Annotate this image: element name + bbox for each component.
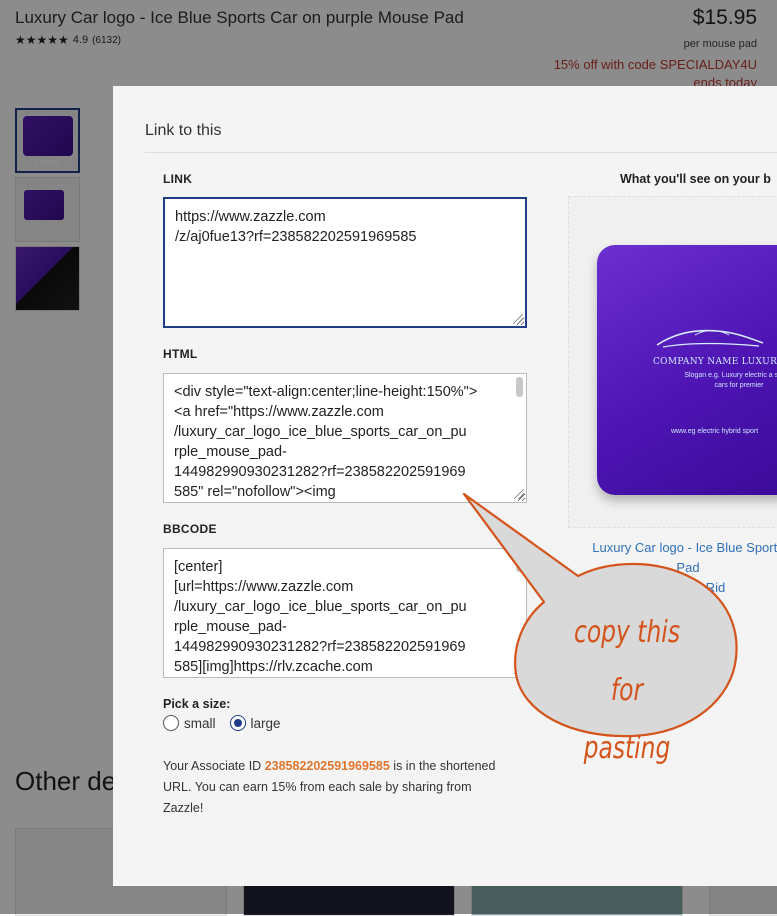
size-radio-group: small large bbox=[163, 715, 281, 731]
scrollbar-thumb[interactable] bbox=[516, 377, 523, 397]
mousepad-preview-image[interactable]: COMPANY NAME LUXURY S Slogan e.g. Luxury… bbox=[597, 245, 777, 495]
divider bbox=[145, 152, 777, 153]
resize-handle-icon[interactable] bbox=[513, 314, 523, 324]
size-label: Pick a size: bbox=[163, 697, 231, 711]
associate-note-prefix: Your Associate ID bbox=[163, 759, 265, 773]
link-label: LINK bbox=[163, 172, 193, 186]
size-option-label: small bbox=[184, 715, 216, 731]
modal-title: Link to this bbox=[145, 122, 222, 139]
bbcode-label: BBCODE bbox=[163, 522, 217, 536]
associate-id-note: Your Associate ID 238582202591969585 is … bbox=[163, 756, 503, 819]
size-option-small[interactable]: small bbox=[163, 715, 216, 731]
html-label: HTML bbox=[163, 347, 198, 361]
size-option-label: large bbox=[250, 715, 281, 731]
html-textarea[interactable]: <div style="text-align:center;line-heigh… bbox=[163, 373, 527, 503]
associate-id: 238582202591969585 bbox=[264, 759, 390, 773]
preview-heading: What you'll see on your b bbox=[620, 172, 771, 186]
annotation-line: copy this bbox=[573, 615, 681, 650]
radio-button[interactable] bbox=[163, 715, 179, 731]
link-textarea[interactable]: https://www.zazzle.com /z/aj0fue13?rf=23… bbox=[163, 197, 527, 328]
preview-url: www.eg electric hybrid sport bbox=[671, 428, 759, 435]
annotation-text: copy this for pasting bbox=[569, 604, 686, 778]
annotation-line: for pasting bbox=[583, 673, 671, 766]
car-logo-icon bbox=[656, 329, 764, 348]
preview-slogan: Slogan e.g. Luxury electric a sports car… bbox=[684, 372, 777, 389]
preview-box: COMPANY NAME LUXURY S Slogan e.g. Luxury… bbox=[568, 196, 777, 528]
preview-company-name: COMPANY NAME LUXURY S bbox=[653, 357, 777, 367]
radio-button-selected[interactable] bbox=[229, 715, 246, 731]
size-option-large[interactable]: large bbox=[229, 715, 281, 731]
